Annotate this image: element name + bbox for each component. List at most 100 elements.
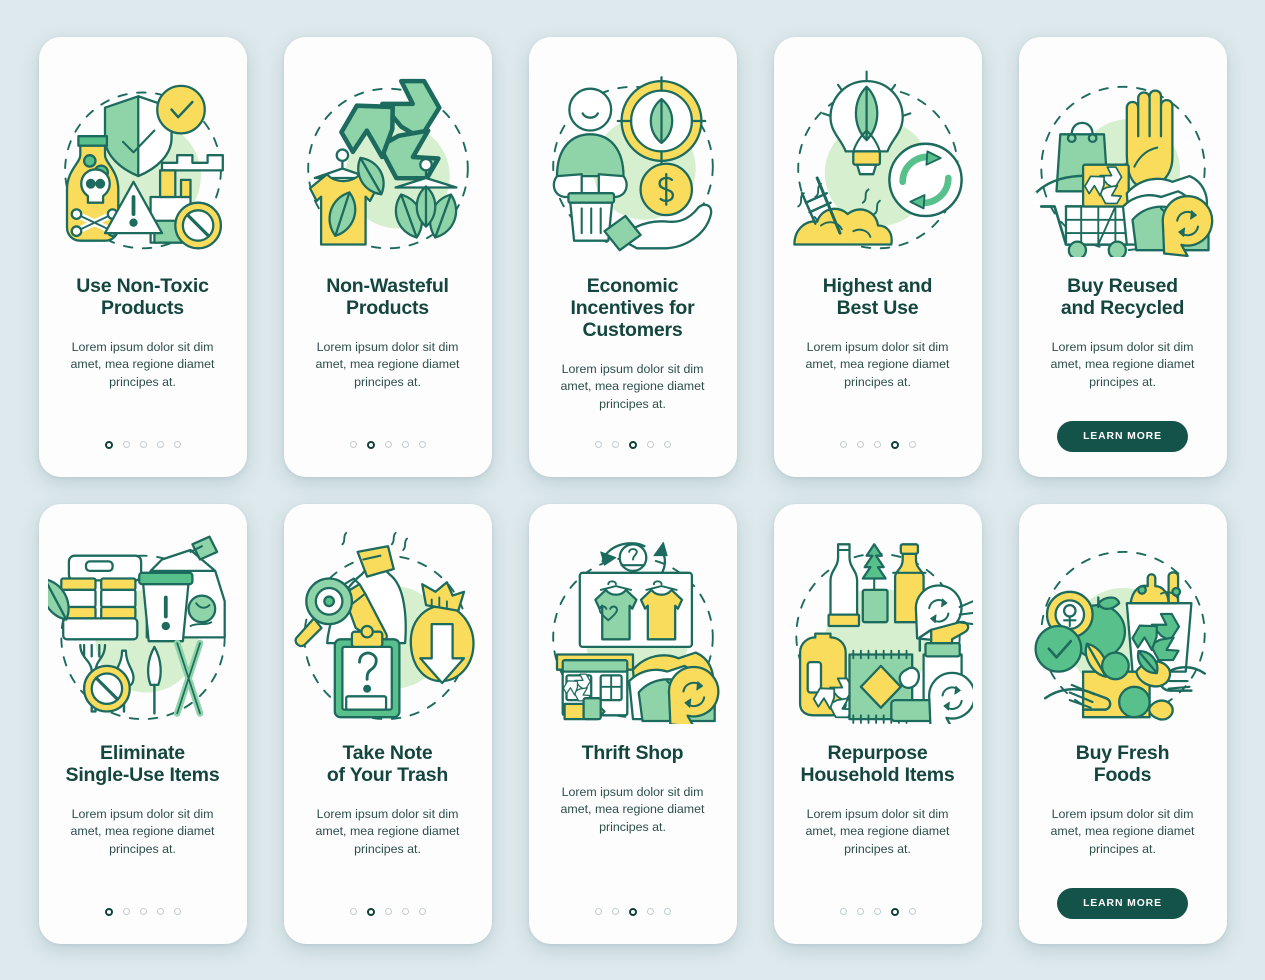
card-title-line: Highest and [822, 274, 933, 297]
card-title-line: Repurpose [827, 741, 928, 764]
card-body-text: Lorem ipsum dolor sit dim amet, mea regi… [805, 339, 950, 389]
learn-more-button[interactable]: LEARN MORE [1057, 420, 1188, 452]
pagination-dots [839, 907, 916, 916]
onboarding-card-use-non-toxic-products[interactable]: Use Non-Toxic Products Lorem ipsum dolor s… [38, 36, 247, 477]
pagination-dot[interactable] [173, 441, 181, 448]
card-title-line: and Recycled [1060, 296, 1185, 319]
pagination-dot[interactable] [401, 441, 409, 448]
onboarding-card-eliminate-single-use-items[interactable]: Eliminate Single-Use Items Lorem ipsum dol… [38, 503, 247, 944]
pagination-dot[interactable] [156, 908, 164, 915]
pagination-dots [594, 907, 671, 916]
pagination-dot[interactable] [646, 908, 654, 915]
card-title-line: Thrift Shop [581, 741, 684, 764]
pagination-dot[interactable] [156, 441, 164, 448]
pagination-dot-active[interactable] [104, 440, 113, 449]
illustration-lunchbox-cup-cutlery-nosign [47, 528, 238, 724]
card-title-line: Customers [582, 318, 683, 341]
card-title-line: Products [101, 296, 184, 319]
pagination-dot[interactable] [139, 908, 147, 915]
card-body-text: Lorem ipsum dolor sit dim amet, mea regi… [1050, 806, 1195, 856]
pagination-dot[interactable] [908, 441, 916, 448]
pagination-dots [839, 440, 916, 449]
card-title-line: Take Note [342, 741, 433, 764]
pagination-dot-active[interactable] [628, 907, 637, 916]
pagination-dots [104, 907, 181, 916]
illustration-shield-check-hazard-factory [48, 61, 238, 257]
pagination-dot[interactable] [611, 908, 619, 915]
illustration-magnifier-trash-clipboard-bag [293, 528, 483, 724]
pagination-dot[interactable] [401, 908, 409, 915]
pagination-dot[interactable] [418, 908, 426, 915]
card-title-line: Best Use [836, 296, 919, 319]
pagination-dot[interactable] [349, 441, 357, 448]
onboarding-card-thrift-shop[interactable]: Thrift Shop Lorem ipsum dolor sit dim ame… [528, 503, 737, 944]
pagination-dot[interactable] [839, 908, 847, 915]
card-title: Eliminate Single-Use Items [66, 742, 220, 786]
onboarding-card-buy-reused-and-recycled[interactable]: Buy Reused and Recycled Lorem ipsum dolor … [1018, 36, 1227, 477]
pagination-dot[interactable] [349, 908, 357, 915]
card-title: Take Note of Your Trash [327, 742, 448, 786]
pagination-dot-active[interactable] [366, 907, 375, 916]
pagination-dot[interactable] [873, 441, 881, 448]
pagination-dots [349, 440, 426, 449]
illustration-produce-bin-grocerybag-hands [1028, 528, 1218, 724]
pagination-dot[interactable] [908, 908, 916, 915]
pagination-dot[interactable] [384, 908, 392, 915]
pagination-dot-active[interactable] [890, 907, 899, 916]
card-title-line: Non-Wasteful [326, 274, 449, 297]
card-title-line: Eliminate [100, 741, 185, 764]
pagination-dot[interactable] [611, 441, 619, 448]
onboarding-card-repurpose-household-items[interactable]: Repurpose Household Items Lorem ipsum dolo… [773, 503, 982, 944]
card-title: Highest and Best Use [822, 274, 933, 319]
card-body-text: Lorem ipsum dolor sit dim amet, mea regi… [315, 806, 460, 856]
card-body-text: Lorem ipsum dolor sit dim amet, mea regi… [560, 784, 705, 834]
pagination-dot[interactable] [418, 441, 426, 448]
pagination-dot[interactable] [139, 441, 147, 448]
onboarding-card-take-note-of-your-trash[interactable]: Take Note of Your Trash Lorem ipsum dolor … [283, 503, 492, 944]
card-title: Repurpose Household Items [800, 742, 954, 786]
illustration-shopper-leaf-coin-dollar-hand [538, 61, 728, 257]
card-title: Buy Fresh Foods [1076, 742, 1170, 786]
onboarding-card-non-wasteful-products[interactable]: Non-Wasteful Products Lorem ipsum dolor si… [283, 36, 492, 477]
pagination-dot[interactable] [122, 441, 130, 448]
pagination-dot[interactable] [839, 441, 847, 448]
card-title-line: Use Non-Toxic [76, 274, 209, 297]
pagination-dot[interactable] [384, 441, 392, 448]
pagination-dot[interactable] [122, 908, 130, 915]
card-title: Thrift Shop [582, 742, 684, 764]
illustration-hangers-store-clothes-recycle [538, 528, 728, 724]
pagination-dot-active[interactable] [366, 440, 375, 449]
pagination-dot-active[interactable] [890, 440, 899, 449]
onboarding-card-buy-fresh-foods[interactable]: Buy Fresh Foods Lorem ipsum dolor sit dim … [1018, 503, 1227, 944]
pagination-dot-active[interactable] [628, 440, 637, 449]
pagination-dot[interactable] [173, 908, 181, 915]
card-title-line: Single-Use Items [65, 763, 220, 786]
pagination-dot[interactable] [856, 441, 864, 448]
pagination-dot[interactable] [663, 441, 671, 448]
onboarding-card-economic-incentives-for-customers[interactable]: Economic Incentives for Customers Lorem ips… [528, 36, 737, 477]
card-title-line: Economic [586, 274, 679, 297]
card-body-text: Lorem ipsum dolor sit dim amet, mea regi… [560, 361, 705, 411]
onboarding-screens-board: Use Non-Toxic Products Lorem ipsum dolor s… [0, 0, 1265, 980]
pagination-dot[interactable] [663, 908, 671, 915]
card-title: Economic Incentives for Customers [571, 275, 695, 341]
card-title-line: Products [346, 296, 429, 319]
card-title-line: of Your Trash [326, 763, 449, 786]
pagination-dot[interactable] [873, 908, 881, 915]
pagination-dot[interactable] [856, 908, 864, 915]
pagination-dot[interactable] [594, 908, 602, 915]
pagination-dot[interactable] [594, 441, 602, 448]
pagination-dot[interactable] [646, 441, 654, 448]
card-body-text: Lorem ipsum dolor sit dim amet, mea regi… [315, 339, 460, 389]
card-title: Use Non-Toxic Products [76, 274, 209, 319]
card-title: Non-Wasteful Products [326, 275, 449, 319]
illustration-bag-stophand-cart-clothes [1028, 61, 1218, 257]
pagination-dots [594, 440, 671, 449]
pagination-dot-active[interactable] [104, 907, 113, 916]
onboarding-card-highest-and-best-use[interactable]: Highest and Best Use Lorem ipsum dolor sit… [773, 36, 982, 477]
card-body-text: Lorem ipsum dolor sit dim amet, mea regi… [70, 339, 215, 389]
card-body-text: Lorem ipsum dolor sit dim amet, mea regi… [1050, 339, 1195, 389]
learn-more-button[interactable]: LEARN MORE [1057, 887, 1188, 919]
illustration-bottles-rug-spray-recycle [783, 528, 973, 724]
card-title-line: Buy Fresh [1075, 741, 1170, 764]
